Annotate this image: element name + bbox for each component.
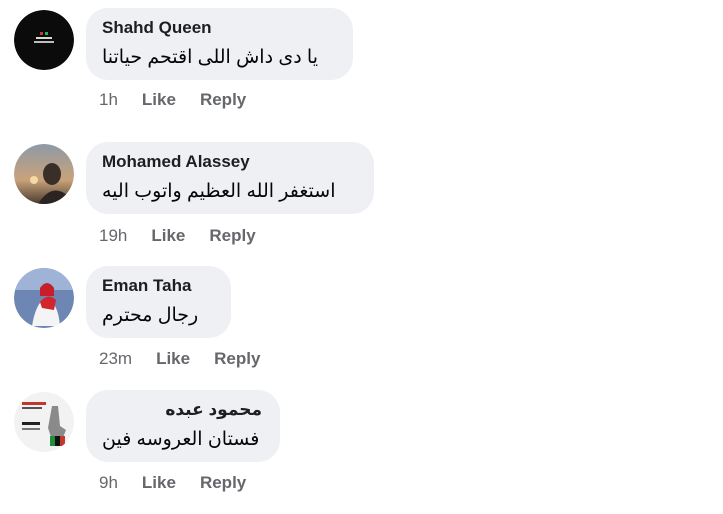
comment-time[interactable]: 9h [99,473,118,493]
comment-bubble: Shahd Queen يا دى داش اللى اقتحم حياتنا [86,8,353,80]
like-button[interactable]: Like [142,473,176,493]
comment-text: استغفر الله العظيم واتوب اليه [102,181,336,202]
comment-text: فستان العروسه فين [102,429,260,450]
comment-bubble: Eman Taha رجال محترم [86,266,231,338]
comment-bubble: محمود عبده فستان العروسه فين [86,390,280,462]
comment-author[interactable]: Mohamed Alassey [102,152,356,172]
comment-author[interactable]: محمود عبده [102,400,262,420]
comment-author[interactable]: Eman Taha [102,276,213,296]
avatar[interactable] [14,10,74,70]
comment-actions: 1h Like Reply [99,90,246,110]
comment-thread: Shahd Queen يا دى داش اللى اقتحم حياتنا … [0,0,723,514]
reply-button[interactable]: Reply [200,473,246,493]
comment-time[interactable]: 1h [99,90,118,110]
like-button[interactable]: Like [156,349,190,369]
reply-button[interactable]: Reply [209,226,255,246]
comment-time[interactable]: 19h [99,226,127,246]
like-button[interactable]: Like [151,226,185,246]
comment-text: يا دى داش اللى اقتحم حياتنا [102,47,319,68]
comment-text: رجال محترم [102,305,199,326]
comment-time[interactable]: 23m [99,349,132,369]
comment-bubble: Mohamed Alassey استغفر الله العظيم واتوب… [86,142,374,214]
like-button[interactable]: Like [142,90,176,110]
avatar[interactable] [14,268,74,328]
comment-actions: 19h Like Reply [99,226,256,246]
reply-button[interactable]: Reply [200,90,246,110]
reply-button[interactable]: Reply [214,349,260,369]
comment-actions: 9h Like Reply [99,473,246,493]
avatar[interactable] [14,392,74,452]
comment-actions: 23m Like Reply [99,349,260,369]
avatar[interactable] [14,144,74,204]
comment-author[interactable]: Shahd Queen [102,18,335,38]
